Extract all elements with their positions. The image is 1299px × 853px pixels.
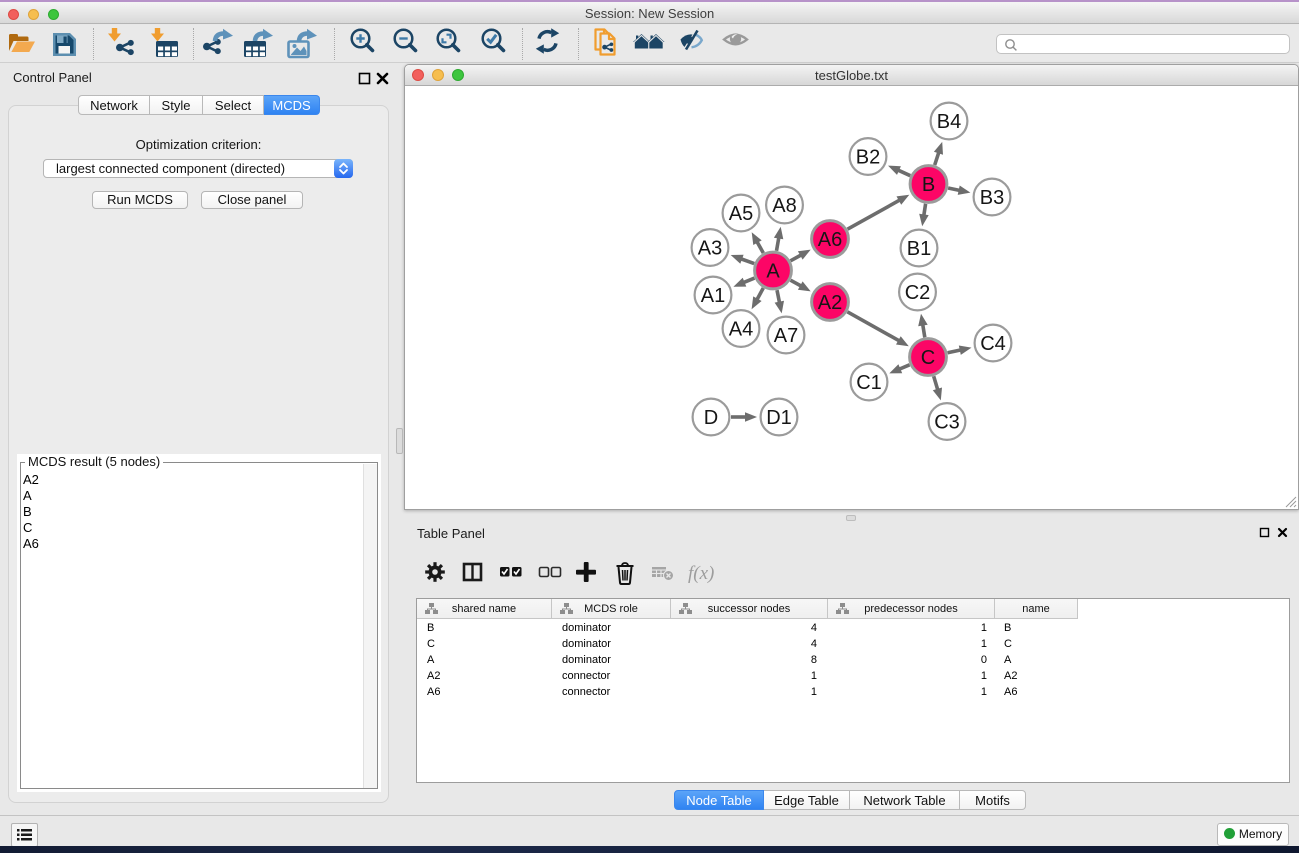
svg-text:C1: C1	[856, 372, 882, 394]
svg-text:B1: B1	[907, 238, 931, 260]
svg-text:A4: A4	[729, 319, 753, 341]
svg-text:A3: A3	[698, 238, 722, 260]
svg-text:D1: D1	[766, 407, 792, 429]
svg-text:A5: A5	[729, 203, 753, 225]
svg-text:f(x): f(x)	[688, 563, 714, 584]
svg-text:A8: A8	[772, 195, 796, 217]
svg-text:C2: C2	[905, 282, 931, 304]
svg-text:D: D	[704, 407, 718, 429]
svg-text:A1: A1	[701, 285, 725, 307]
svg-text:A6: A6	[818, 229, 842, 251]
svg-text:B3: B3	[980, 187, 1004, 209]
svg-text:C4: C4	[980, 333, 1006, 355]
svg-text:B2: B2	[856, 147, 880, 169]
svg-text:C: C	[921, 347, 935, 369]
svg-text:A7: A7	[774, 325, 798, 347]
svg-text:C3: C3	[934, 412, 960, 434]
svg-text:A2: A2	[818, 292, 842, 314]
svg-text:B: B	[922, 174, 935, 196]
svg-text:B4: B4	[937, 111, 961, 133]
svg-text:A: A	[766, 261, 780, 283]
